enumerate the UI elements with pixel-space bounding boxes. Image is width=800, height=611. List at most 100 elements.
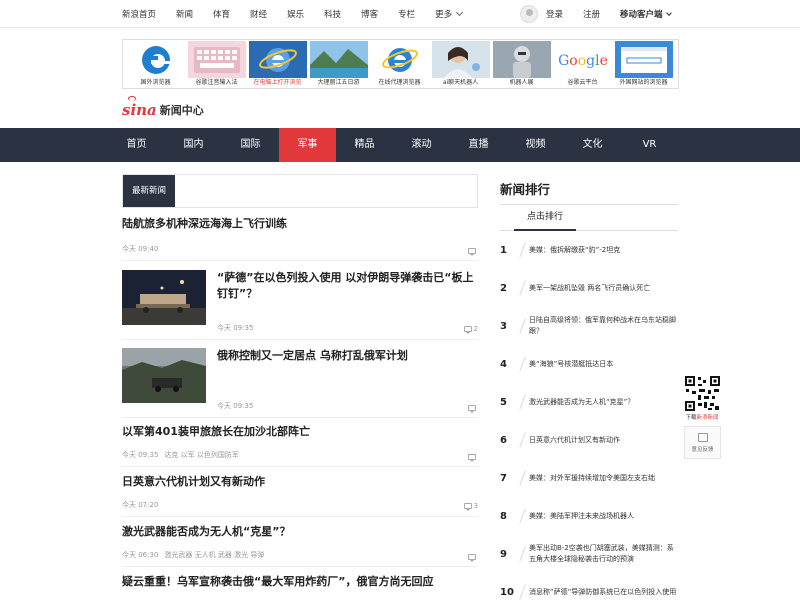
news-title[interactable]: 陆航旅多机种深远海海上飞行训练 [122, 216, 478, 232]
ad-item[interactable]: ai聊天机器人 [430, 41, 491, 89]
topnav-link-tech[interactable]: 科技 [324, 8, 341, 20]
rank-title[interactable]: 美媒：俄拆解缴获“豹”-2坦克 [529, 245, 678, 256]
news-title[interactable]: 俄称控制又一定居点 乌称打乱俄军计划 [217, 348, 478, 364]
list-item[interactable]: 陆航旅多机种深远海海上飞行训练 今天 09:40 [122, 216, 478, 261]
rank-number: 8 [500, 510, 507, 522]
ranking-item[interactable]: 2 美军一架战机坠毁 两名飞行员确认死亡 [500, 269, 678, 307]
nav-rolling[interactable]: 滚动 [393, 128, 450, 162]
news-title[interactable]: 日英意六代机计划又有新动作 [122, 474, 478, 490]
list-item[interactable]: 疑云重重！乌军宣称袭击俄“最大军用炸药厂”，俄官方尚无回应 [122, 574, 478, 600]
nav-vr[interactable]: VR [621, 128, 678, 162]
avatar[interactable] [520, 5, 538, 23]
list-item[interactable]: 以军第401装甲旅旅长在加沙北部阵亡 今天 09:35 达克 以军 以色列国防军 [122, 424, 478, 467]
ad-caption: 在线代理浏览器 [378, 79, 421, 86]
comment-count[interactable] [468, 454, 478, 462]
qr-label-app: 新浪新闻 [696, 415, 719, 421]
rank-title[interactable]: 消息称“萨德”导弹防御系统已在以色列投入使用 [529, 587, 678, 598]
nav-military[interactable]: 军事 [279, 128, 336, 162]
news-thumbnail[interactable] [122, 348, 206, 403]
news-title[interactable]: 以军第401装甲旅旅长在加沙北部阵亡 [122, 424, 478, 440]
rank-title[interactable]: 美“海狼”号核潜艇抵达日本 [529, 359, 678, 370]
nav-culture[interactable]: 文化 [564, 128, 621, 162]
sina-eye-icon [128, 96, 136, 101]
nav-video[interactable]: 视频 [507, 128, 564, 162]
topnav-link-news[interactable]: 新闻 [176, 8, 193, 20]
news-title[interactable]: 激光武器能否成为无人机“克星”？ [122, 524, 478, 540]
ad-item[interactable]: 谷歌注音输入法 [186, 41, 247, 89]
nav-live[interactable]: 直播 [450, 128, 507, 162]
topnav-more[interactable]: 更多 [435, 8, 464, 20]
comment-number: 3 [473, 502, 478, 510]
comment-count[interactable] [468, 554, 478, 562]
feed-tabs: 最新新闻 [122, 174, 478, 208]
ranking-item[interactable]: 3 日陆自高级将领：俄军靠何种战术在乌东站稳脚跟？ [500, 307, 678, 345]
news-time: 今天 09:35 [122, 451, 159, 459]
comment-count[interactable] [468, 248, 478, 256]
news-time: 今天 09:35 [217, 402, 254, 410]
ad-item[interactable]: 在电脑上打开浏览 [247, 41, 308, 89]
rank-title[interactable]: 激光武器能否成为无人机“克星”？ [529, 397, 678, 408]
ranking-item[interactable]: 10 消息称“萨德”导弹防御系统已在以色列投入使用 [500, 573, 678, 611]
ranking-item[interactable]: 5 激光武器能否成为无人机“克星”？ [500, 383, 678, 421]
rank-number: 3 [500, 320, 507, 332]
rank-title[interactable]: 美军一架战机坠毁 两名飞行员确认死亡 [529, 283, 678, 294]
login-link[interactable]: 登录 [546, 8, 563, 20]
ad-item[interactable]: 国外浏览器 [125, 41, 186, 89]
feedback-button[interactable]: 意见反馈 [684, 426, 721, 459]
ad-item[interactable]: 外国网站的浏览器 [613, 41, 674, 89]
rank-title[interactable]: 日陆自高级将领：俄军靠何种战术在乌东站稳脚跟？ [529, 315, 678, 337]
ad-item[interactable]: Google 谷歌云平台 [552, 41, 613, 89]
rank-title[interactable]: 美军出动B-2空袭也门胡塞武装，美媒猜测：系五角大楼全球隐秘袭击行动的预演 [529, 543, 678, 565]
ranking-item[interactable]: 4 美“海狼”号核潜艇抵达日本 [500, 345, 678, 383]
topnav-link-home[interactable]: 新浪首页 [122, 8, 156, 20]
topnav-link-finance[interactable]: 财经 [250, 8, 267, 20]
list-item[interactable]: 俄称控制又一定居点 乌称打乱俄军计划 今天 09:35 [122, 348, 478, 418]
ranking-item[interactable]: 7 美媒：对外军援持续增加令美国左支右绌 [500, 459, 678, 497]
ad-item[interactable]: 大理丽江五日游 [308, 41, 369, 89]
landscape-photo [309, 41, 368, 78]
woman-photo [431, 41, 490, 78]
ad-item[interactable]: 机器人展 [491, 41, 552, 89]
topnav-link-ent[interactable]: 娱乐 [287, 8, 304, 20]
topnav-link-sports[interactable]: 体育 [213, 8, 230, 20]
ranking-item[interactable]: 8 美媒：美陆军押注未来战场机器人 [500, 497, 678, 535]
browser-screenshot [614, 41, 673, 78]
news-thumbnail[interactable] [122, 270, 206, 325]
list-item[interactable]: “萨德”在以色列投入使用 以对伊朗导弹袭击已“板上钉钉”？ 今天 09:35 2 [122, 270, 478, 340]
ranking-item[interactable]: 9 美军出动B-2空袭也门胡塞武装，美媒猜测：系五角大楼全球隐秘袭击行动的预演 [500, 535, 678, 573]
list-item[interactable]: 日英意六代机计划又有新动作 今天 07:20 3 [122, 474, 478, 517]
feedback-icon [697, 432, 708, 442]
topnav-link-blog[interactable]: 博客 [361, 8, 378, 20]
news-title[interactable]: 疑云重重！乌军宣称袭击俄“最大军用炸药厂”，俄官方尚无回应 [122, 574, 478, 590]
rank-title[interactable]: 美媒：对外军援持续增加令美国左支右绌 [529, 473, 678, 484]
news-title[interactable]: “萨德”在以色列投入使用 以对伊朗导弹袭击已“板上钉钉”？ [217, 270, 478, 302]
tab-click-ranking[interactable]: 点击排行 [514, 205, 576, 231]
rank-title[interactable]: 日英意六代机计划又有新动作 [529, 435, 678, 446]
ad-item[interactable]: 在线代理浏览器 [369, 41, 430, 89]
mobile-client-link[interactable]: 移动客户端 [620, 8, 672, 20]
nav-featured[interactable]: 精品 [336, 128, 393, 162]
rank-number: 2 [500, 282, 507, 294]
user-area: 登录 注册 移动客户端 [520, 0, 672, 28]
news-tags[interactable]: 激光武器 无人机 武器 激光 导弹 [164, 550, 264, 560]
ranking-item[interactable]: 1 美媒：俄拆解缴获“豹”-2坦克 [500, 231, 678, 269]
nav-international[interactable]: 国际 [222, 128, 279, 162]
tab-latest-news[interactable]: 最新新闻 [123, 175, 175, 207]
rank-title[interactable]: 美媒：美陆军押注未来战场机器人 [529, 511, 678, 522]
news-tags[interactable]: 达克 以军 以色列国防军 [164, 450, 238, 460]
news-meta: 今天 09:40 [122, 244, 158, 254]
register-link[interactable]: 注册 [583, 8, 600, 20]
comment-count[interactable] [468, 405, 478, 413]
topnav-link-column[interactable]: 专栏 [398, 8, 415, 20]
google-logo-icon: Google [553, 41, 612, 78]
comment-count[interactable]: 2 [463, 325, 478, 334]
sina-news-logo[interactable]: sina 新闻中心 [122, 96, 204, 120]
ranking-item[interactable]: 6 日英意六代机计划又有新动作 [500, 421, 678, 459]
list-item[interactable]: 激光武器能否成为无人机“克星”？ 今天 06:30 激光武器 无人机 武器 激光 … [122, 524, 478, 567]
rank-number: 4 [500, 358, 507, 370]
qr-code-icon[interactable] [684, 375, 721, 412]
news-meta: 今天 09:35 达克 以军 以色列国防军 [122, 450, 239, 460]
nav-home[interactable]: 首页 [108, 128, 165, 162]
nav-domestic[interactable]: 国内 [165, 128, 222, 162]
comment-count[interactable]: 3 [463, 502, 478, 511]
